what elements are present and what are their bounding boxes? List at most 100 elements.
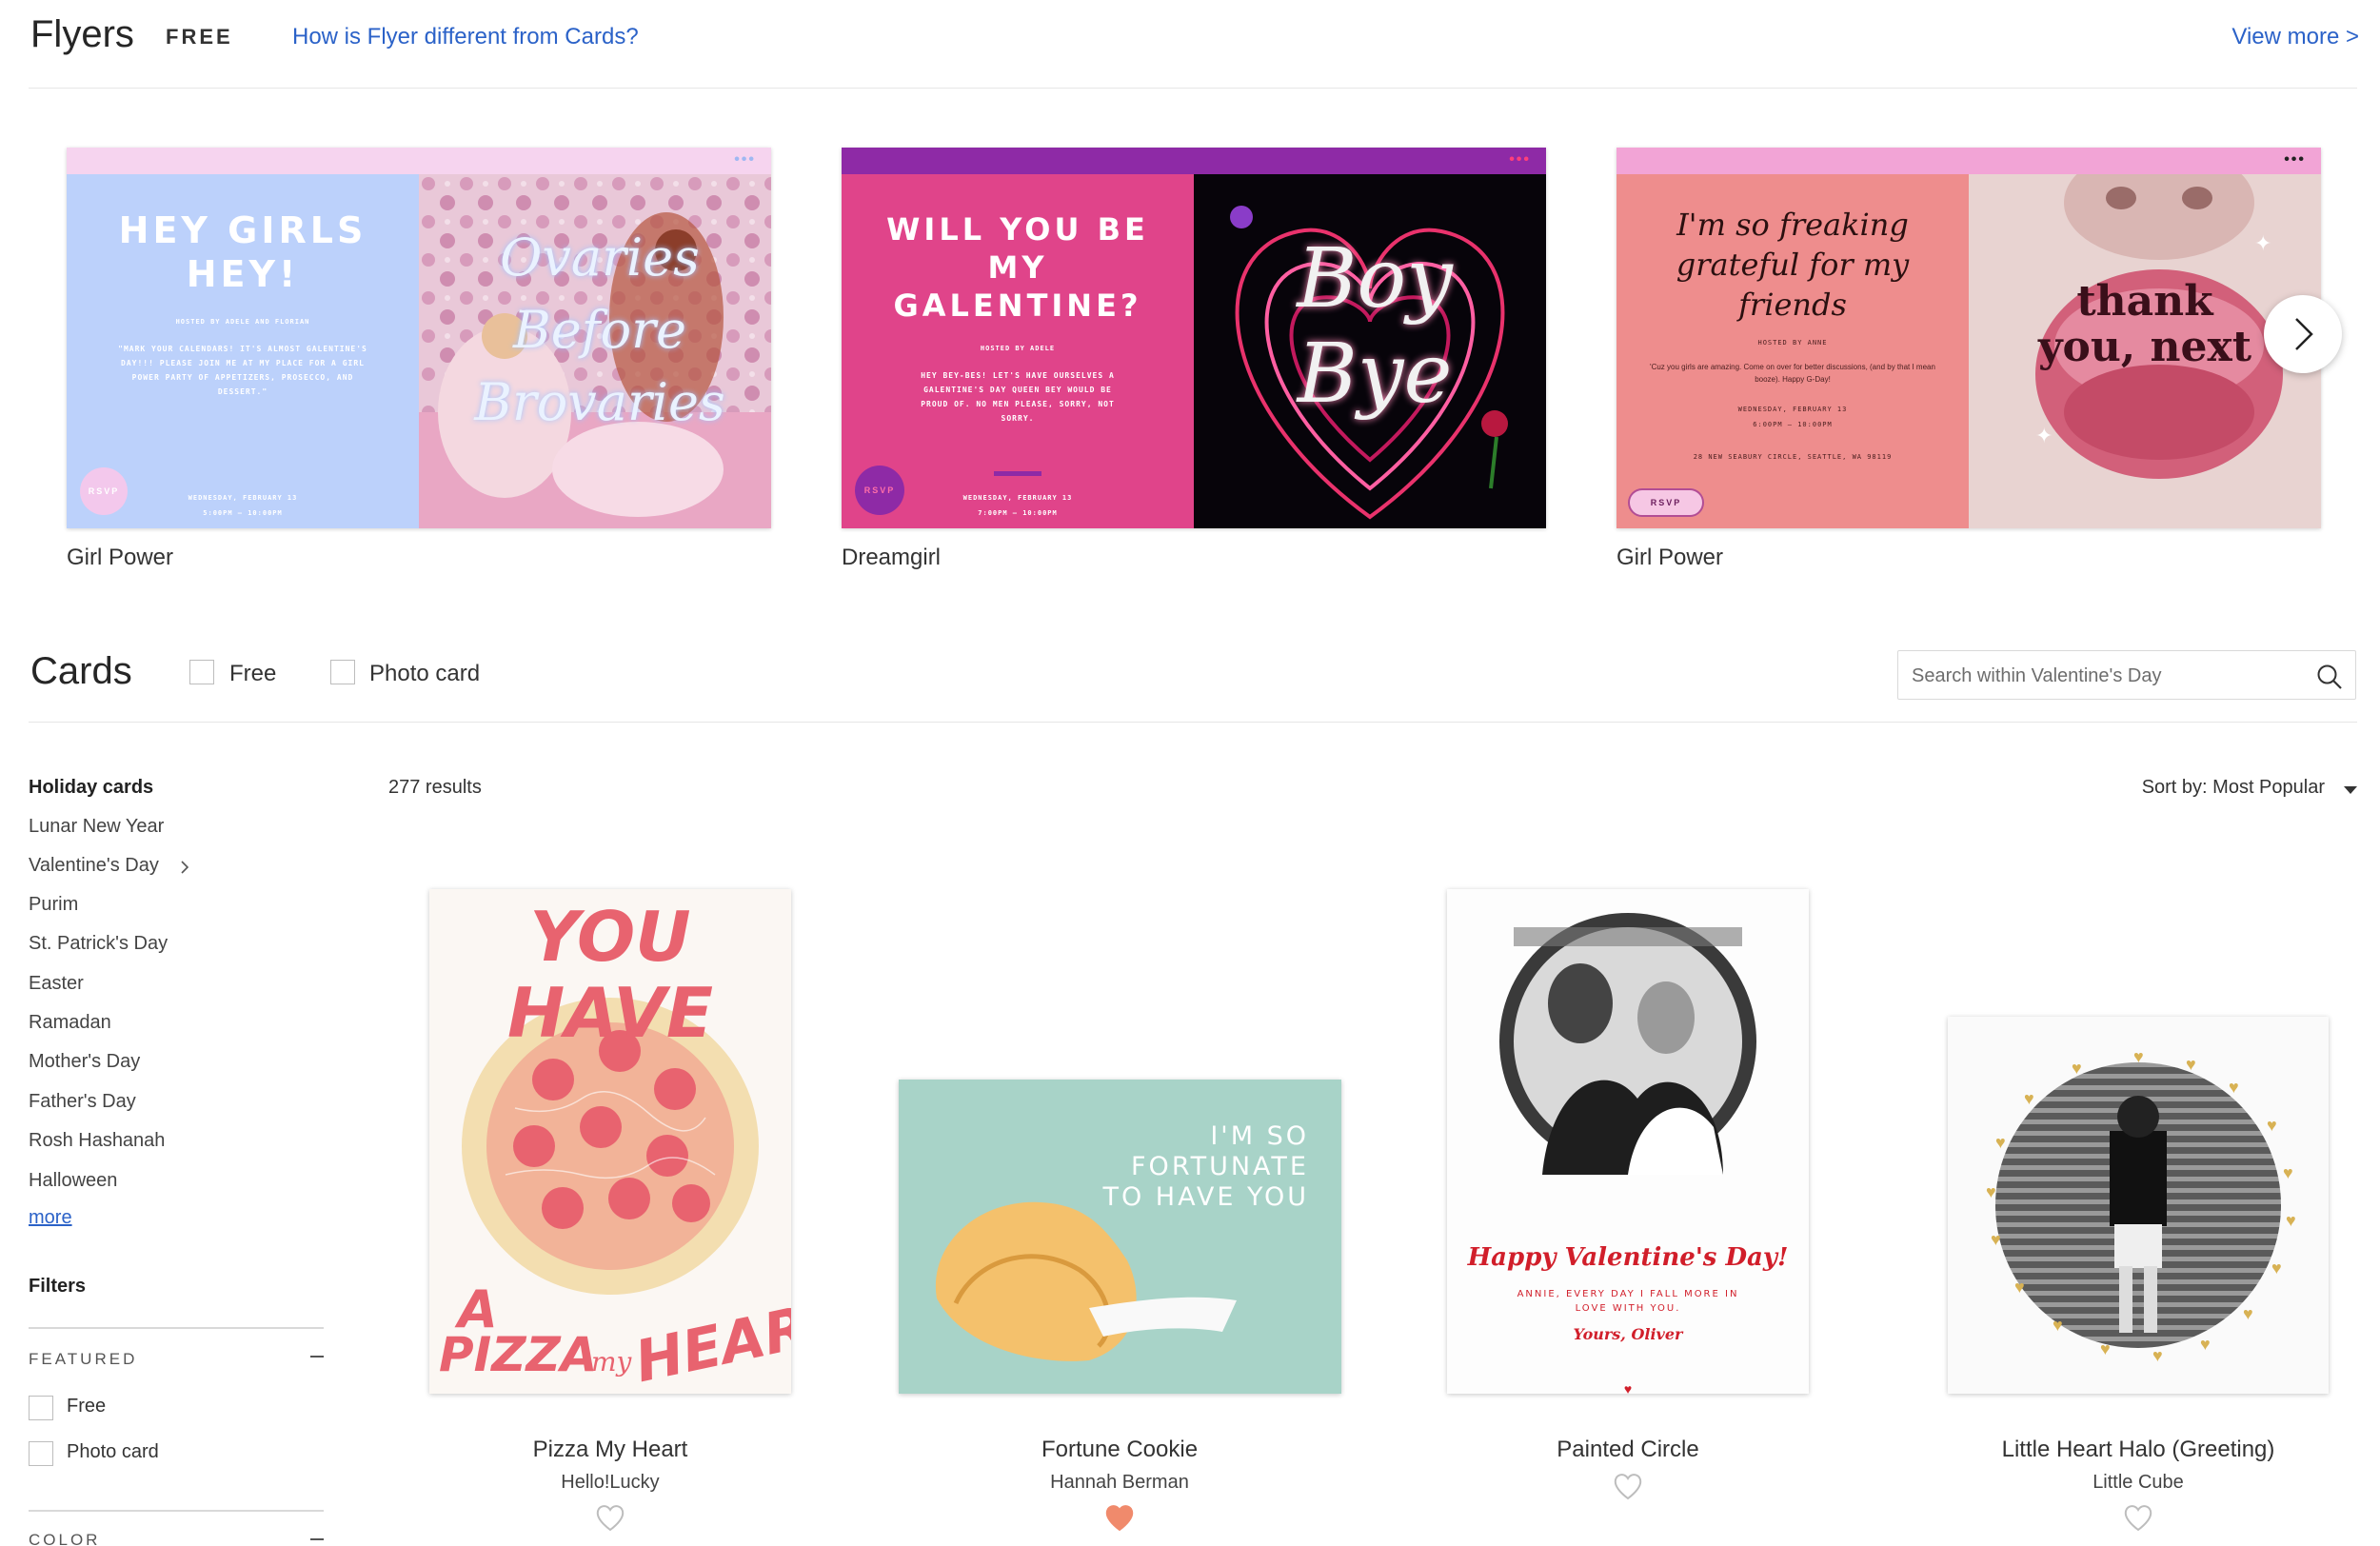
chevron-right-icon (2295, 318, 2313, 350)
svg-text:✦: ✦ (2035, 424, 2053, 447)
flyer-card[interactable]: ••• WILL YOU BE MY GALENTINE? HOSTED BY … (842, 148, 1546, 528)
featured-caption: FEATURED (29, 1350, 138, 1368)
view-more-link[interactable]: View more > (2231, 24, 2359, 50)
card-art-text: PIZZA (439, 1327, 598, 1382)
flyer-photo-panel: Boy Bye (1194, 174, 1546, 528)
product-author[interactable]: Hannah Berman (834, 1472, 1405, 1494)
sidebar-item-rosh-hashanah[interactable]: Rosh Hashanah (29, 1130, 165, 1152)
product-author[interactable]: Little Cube (1853, 1472, 2380, 1494)
flyer-top-bar: ••• (1616, 148, 2321, 174)
svg-text:♥: ♥ (2271, 1259, 2282, 1278)
card-art-headline: YOU HAVE (507, 897, 713, 1053)
more-options-icon[interactable]: ••• (1509, 151, 1531, 168)
caret-down-icon[interactable] (2344, 786, 2357, 794)
search-input[interactable] (1912, 663, 2292, 689)
sidebar-item-halloween[interactable]: Halloween (29, 1170, 117, 1192)
divider (29, 88, 2357, 89)
collapse-color-icon[interactable] (310, 1538, 324, 1540)
flyer-host: HOSTED BY ANNE (1757, 339, 1828, 347)
filter-photo-label[interactable]: Photo card (369, 661, 480, 687)
flyer-title[interactable]: Dreamgirl (842, 545, 941, 571)
svg-text:♥: ♥ (2133, 1047, 2144, 1066)
svg-text:♥: ♥ (1995, 1133, 2006, 1152)
flyer-time: 7:00PM — 10:00PM (978, 509, 1058, 517)
rsvp-button[interactable]: RSVP (80, 467, 128, 515)
card-art-text: ANNIE, EVERY DAY I FALL MORE IN LOVE WIT… (1517, 1289, 1739, 1314)
svg-text:♥: ♥ (1986, 1182, 1996, 1201)
flyer-overlay-text: thank you, next (2037, 277, 2252, 371)
more-options-icon[interactable]: ••• (2284, 151, 2306, 168)
flyer-card[interactable]: ••• I'm so freaking grateful for my frie… (1616, 148, 2321, 528)
flyer-overlay-text: Ovaries Before Brovaries (474, 228, 725, 432)
product-card-image[interactable]: YOU HAVE A PIZZA my HEART (429, 889, 791, 1394)
product-card-image[interactable]: ♥ Happy Valentine's Day! ANNIE, EVERY DA… (1447, 889, 1809, 1394)
divider (29, 722, 2357, 723)
sidebar-item-valentines-day[interactable]: Valentine's Day (29, 855, 159, 877)
product-title[interactable]: Little Heart Halo (Greeting) (1853, 1437, 2380, 1463)
sidebar-item-mothers-day[interactable]: Mother's Day (29, 1051, 140, 1073)
flyer-overlay-text: Boy Bye (1297, 231, 1453, 422)
search-icon[interactable] (2315, 663, 2344, 691)
chevron-right-icon (181, 861, 189, 874)
product-card-image[interactable]: I'M SO FORTUNATE TO HAVE YOU (899, 1080, 1341, 1394)
filter-free-label[interactable]: Free (229, 661, 276, 687)
svg-text:♥: ♥ (2283, 1163, 2293, 1182)
flyer-date: WEDNESDAY, FEBRUARY 13 (188, 494, 298, 502)
product-title[interactable]: Fortune Cookie (834, 1437, 1405, 1463)
sidebar-more-link[interactable]: more (29, 1207, 72, 1229)
rsvp-button[interactable]: RSVP (1628, 488, 1704, 517)
sidebar-item-ramadan[interactable]: Ramadan (29, 1012, 111, 1034)
more-options-icon[interactable]: ••• (734, 151, 756, 168)
svg-text:♥: ♥ (2072, 1059, 2082, 1078)
flyer-time: 5:00PM — 10:00PM (203, 509, 283, 517)
flyer-body: "MARK YOUR CALENDARS! IT'S ALMOST GALENT… (118, 345, 367, 396)
featured-free-label[interactable]: Free (67, 1396, 106, 1417)
favorite-heart-icon[interactable] (2122, 1502, 2154, 1533)
product-title[interactable]: Pizza My Heart (325, 1437, 896, 1463)
flyer-title[interactable]: Girl Power (1616, 545, 1723, 571)
card-art-signature: Yours, Oliver (1573, 1325, 1683, 1343)
flyer-card[interactable]: ••• HEY GIRLS HEY! HOSTED BY ADELE AND F… (67, 148, 771, 528)
divider (29, 1510, 324, 1512)
carousel-next-button[interactable] (2264, 295, 2342, 373)
svg-text:♥: ♥ (2053, 1316, 2063, 1335)
flyer-host: HOSTED BY ADELE AND FLORIAN (175, 318, 310, 326)
collapse-featured-icon[interactable] (310, 1356, 324, 1358)
flyer-invite-panel: I'm so freaking grateful for my friends … (1616, 174, 1969, 528)
rsvp-button[interactable]: RSVP (855, 466, 904, 515)
product-author[interactable]: Hello!Lucky (325, 1472, 896, 1494)
featured-photo-label[interactable]: Photo card (67, 1441, 159, 1463)
favorite-heart-icon[interactable] (1612, 1471, 1644, 1501)
sidebar-item-purim[interactable]: Purim (29, 894, 78, 916)
sort-dropdown[interactable]: Sort by: Most Popular (2142, 777, 2325, 799)
flyer-top-bar: ••• (842, 148, 1546, 174)
heart-halo-photo: ♥ ♥ ♥ ♥ ♥ ♥ ♥ ♥ ♥ ♥ ♥ ♥ ♥ ♥ ♥ ♥ ♥ ♥ (1986, 1047, 2296, 1365)
results-count: 277 results (388, 777, 482, 798)
flyer-vs-cards-link[interactable]: How is Flyer different from Cards? (292, 24, 639, 50)
flyer-title[interactable]: Girl Power (67, 545, 173, 571)
sidebar-item-fathers-day[interactable]: Father's Day (29, 1091, 136, 1113)
product-title[interactable]: Painted Circle (1342, 1437, 1914, 1463)
filter-free-checkbox[interactable] (189, 660, 214, 684)
svg-text:♥: ♥ (1624, 1381, 1632, 1394)
svg-text:♥: ♥ (2100, 1339, 2111, 1358)
holiday-cards-heading: Holiday cards (29, 777, 154, 798)
svg-text:♥: ♥ (2152, 1346, 2163, 1365)
flyers-free-badge: FREE (166, 25, 233, 49)
flyer-invite-panel: WILL YOU BE MY GALENTINE? HOSTED BY ADEL… (842, 174, 1194, 528)
card-art-headline: Happy Valentine's Day! (1467, 1243, 1789, 1272)
cards-heading: Cards (30, 650, 132, 692)
featured-free-checkbox[interactable] (29, 1396, 53, 1420)
featured-photo-checkbox[interactable] (29, 1441, 53, 1466)
filter-photo-checkbox[interactable] (330, 660, 355, 684)
flyer-time: 6:00PM — 10:00PM (1753, 421, 1833, 428)
flyer-headline: WILL YOU BE MY GALENTINE? (886, 211, 1149, 324)
sidebar-item-st-patricks-day[interactable]: St. Patrick's Day (29, 933, 168, 955)
card-art-text: my (591, 1346, 632, 1378)
sidebar-item-easter[interactable]: Easter (29, 973, 84, 995)
product-card-image[interactable]: ♥ ♥ ♥ ♥ ♥ ♥ ♥ ♥ ♥ ♥ ♥ ♥ ♥ ♥ ♥ ♥ ♥ ♥ (1948, 1017, 2329, 1394)
sidebar-item-lunar-new-year[interactable]: Lunar New Year (29, 816, 164, 838)
flyers-heading: Flyers (30, 13, 134, 55)
favorite-heart-icon[interactable] (594, 1502, 626, 1533)
favorite-heart-icon[interactable] (1103, 1502, 1136, 1533)
